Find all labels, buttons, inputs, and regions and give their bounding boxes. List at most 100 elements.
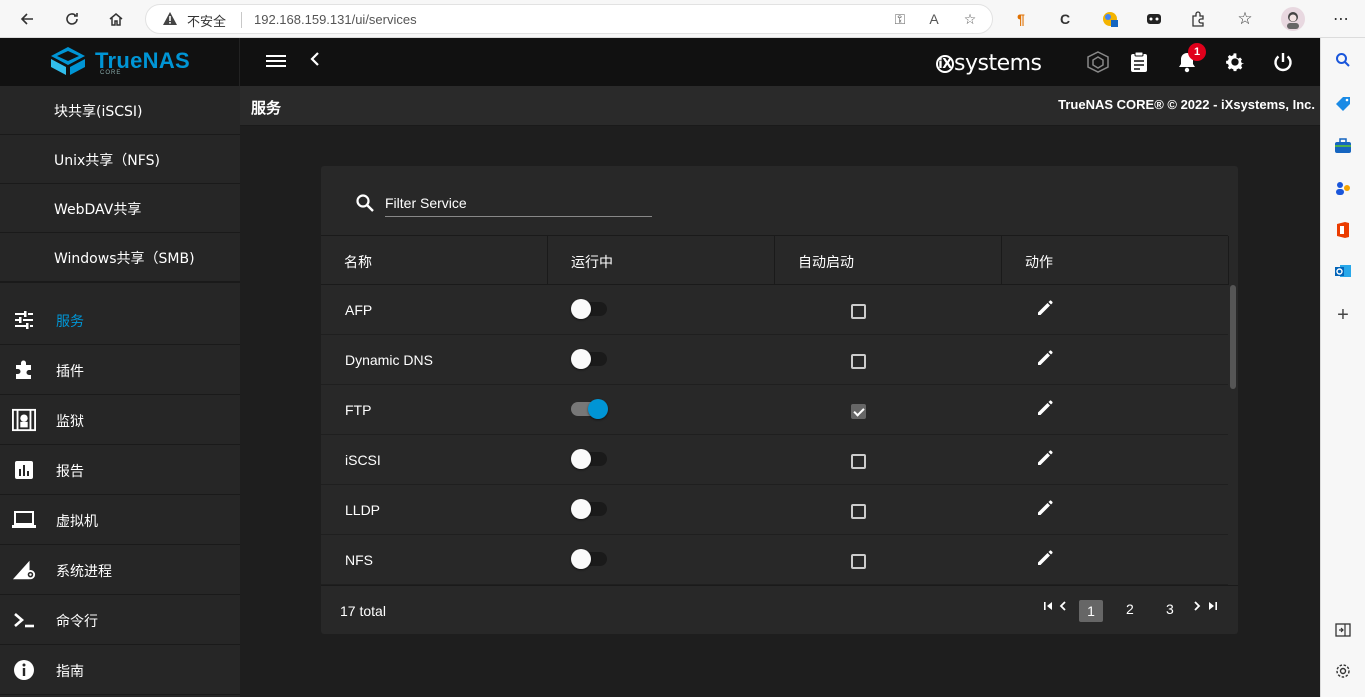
app-header: TrueNAS CORE iXiXsystemssystems 1 [0, 38, 1320, 86]
extension-c-icon[interactable]: C [1054, 8, 1076, 30]
settings-gear-icon[interactable] [1332, 660, 1354, 682]
add-sidebar-icon[interactable]: + [1332, 304, 1354, 326]
running-toggle[interactable] [571, 299, 607, 319]
sidebar-item-label: 服务 [56, 314, 84, 330]
table-header: 名称 运行中 自动启动 动作 [321, 235, 1229, 285]
filter-service-input[interactable]: Filter Service [385, 195, 652, 217]
extensions-puzzle-icon[interactable] [1187, 8, 1209, 30]
table-row: iSCSI [321, 435, 1228, 485]
favorites-icon[interactable]: ☆ [1234, 8, 1256, 30]
running-toggle[interactable] [571, 449, 607, 469]
column-header-actions[interactable]: 动作 [1002, 236, 1229, 285]
logo-area[interactable]: TrueNAS CORE [0, 38, 240, 86]
read-aloud-icon[interactable]: A [925, 11, 943, 29]
last-page-icon[interactable] [1207, 600, 1217, 614]
edge-sidebar: + [1320, 38, 1365, 697]
autostart-checkbox[interactable] [851, 304, 866, 319]
first-page-icon[interactable] [1044, 600, 1054, 614]
power-icon[interactable] [1270, 49, 1296, 75]
puzzle-icon [12, 358, 36, 382]
sidebar-item-jails[interactable]: 监狱 [0, 395, 240, 445]
office-icon[interactable] [1332, 219, 1354, 241]
page-2-button[interactable]: 2 [1126, 601, 1134, 617]
menu-toggle-icon[interactable] [266, 52, 286, 72]
shopping-tag-icon[interactable] [1332, 93, 1354, 115]
service-name: LLDP [345, 502, 381, 518]
back-icon[interactable] [14, 6, 40, 32]
page-3-button[interactable]: 3 [1166, 601, 1174, 617]
sidebar-item-guide[interactable]: 指南 [0, 645, 240, 695]
column-header-running[interactable]: 运行中 [548, 236, 775, 285]
more-menu-icon[interactable]: ⋯ [1330, 8, 1352, 30]
sidebar-item-services[interactable]: 服务 [0, 295, 240, 345]
table-scrollbar[interactable] [1230, 285, 1236, 585]
page-1-button[interactable]: 1 [1079, 600, 1103, 622]
address-bar[interactable]: 不安全 192.168.159.131/ui/services ⚿ A ☆ [145, 4, 993, 34]
running-toggle[interactable] [571, 549, 607, 569]
sidebar-subitem-nfs[interactable]: Unix共享（NFS) [0, 135, 240, 184]
ixsystems-logo[interactable]: iXiXsystemssystems [936, 48, 1042, 76]
jail-icon [12, 408, 36, 432]
sidebar-item-vms[interactable]: 虚拟机 [0, 495, 240, 545]
sidebar-item-system-processes[interactable]: 系统进程 [0, 545, 240, 595]
truecommand-icon[interactable] [1085, 49, 1111, 75]
extension-gamepad-icon[interactable] [1143, 8, 1165, 30]
edit-pencil-icon[interactable] [1035, 398, 1057, 420]
edit-pencil-icon[interactable] [1035, 298, 1057, 320]
refresh-icon[interactable] [59, 6, 85, 32]
running-toggle[interactable] [571, 399, 608, 419]
prev-page-icon[interactable] [1059, 600, 1067, 614]
running-toggle[interactable] [571, 499, 607, 519]
home-icon[interactable] [103, 6, 129, 32]
autostart-checkbox[interactable] [851, 504, 866, 519]
edit-pencil-icon[interactable] [1035, 448, 1057, 470]
scrollbar-thumb[interactable] [1230, 285, 1236, 389]
edit-pencil-icon[interactable] [1035, 348, 1057, 370]
running-toggle[interactable] [571, 349, 607, 369]
notification-badge: 1 [1188, 43, 1206, 61]
column-header-autostart[interactable]: 自动启动 [775, 236, 1002, 285]
sidebar-subitem-label: Unix共享（NFS) [54, 153, 160, 169]
collapse-chevron-icon[interactable] [308, 48, 322, 76]
service-name: FTP [345, 402, 372, 418]
sidebar-item-shell[interactable]: 命令行 [0, 595, 240, 645]
extension-paragraph-icon[interactable]: ¶ [1010, 8, 1032, 30]
main-content: Filter Service 名称 运行中 自动启动 动作 AFP Dynamic… [240, 126, 1320, 697]
sidebar-subitem-webdav[interactable]: WebDAV共享 [0, 184, 240, 233]
autostart-checkbox[interactable] [851, 354, 866, 369]
autostart-checkbox[interactable] [851, 554, 866, 569]
tools-briefcase-icon[interactable] [1332, 135, 1354, 157]
profile-avatar[interactable] [1281, 7, 1305, 31]
hide-sidebar-icon[interactable] [1332, 619, 1354, 641]
outlook-icon[interactable] [1332, 260, 1354, 282]
task-manager-icon[interactable] [1126, 49, 1152, 75]
edit-pencil-icon[interactable] [1035, 498, 1057, 520]
games-people-icon[interactable] [1332, 177, 1354, 199]
search-icon [355, 193, 375, 213]
service-name: Dynamic DNS [345, 352, 433, 368]
next-page-icon[interactable] [1193, 600, 1201, 614]
settings-gear-icon[interactable] [1222, 49, 1248, 75]
service-name: NFS [345, 552, 373, 568]
sidebar-subitem-label: WebDAV共享 [54, 202, 142, 218]
autostart-checkbox[interactable] [851, 454, 866, 469]
sidebar-item-reporting[interactable]: 报告 [0, 445, 240, 495]
sidebar-item-label: 插件 [56, 364, 84, 380]
autostart-checkbox[interactable] [851, 404, 866, 419]
key-icon[interactable]: ⚿ [891, 11, 909, 29]
total-count: 17 total [340, 603, 386, 619]
insecure-label: 不安全 [187, 15, 227, 30]
table-row: NFS [321, 535, 1228, 585]
toggle-knob [571, 499, 591, 519]
search-icon[interactable] [1332, 49, 1354, 71]
extension-colorful-icon[interactable] [1099, 8, 1121, 30]
sidebar-subitem-iscsi[interactable]: 块共享(iSCSI) [0, 86, 240, 135]
toggle-knob [571, 349, 591, 369]
column-header-name[interactable]: 名称 [321, 236, 548, 285]
sidebar-item-plugins[interactable]: 插件 [0, 345, 240, 395]
table-footer: 17 total 1 2 3 [321, 585, 1238, 634]
edit-pencil-icon[interactable] [1035, 548, 1057, 570]
table-row: AFP [321, 285, 1228, 335]
sidebar-subitem-smb[interactable]: Windows共享（SMB) [0, 233, 240, 283]
favorite-add-icon[interactable]: ☆ [961, 11, 979, 29]
